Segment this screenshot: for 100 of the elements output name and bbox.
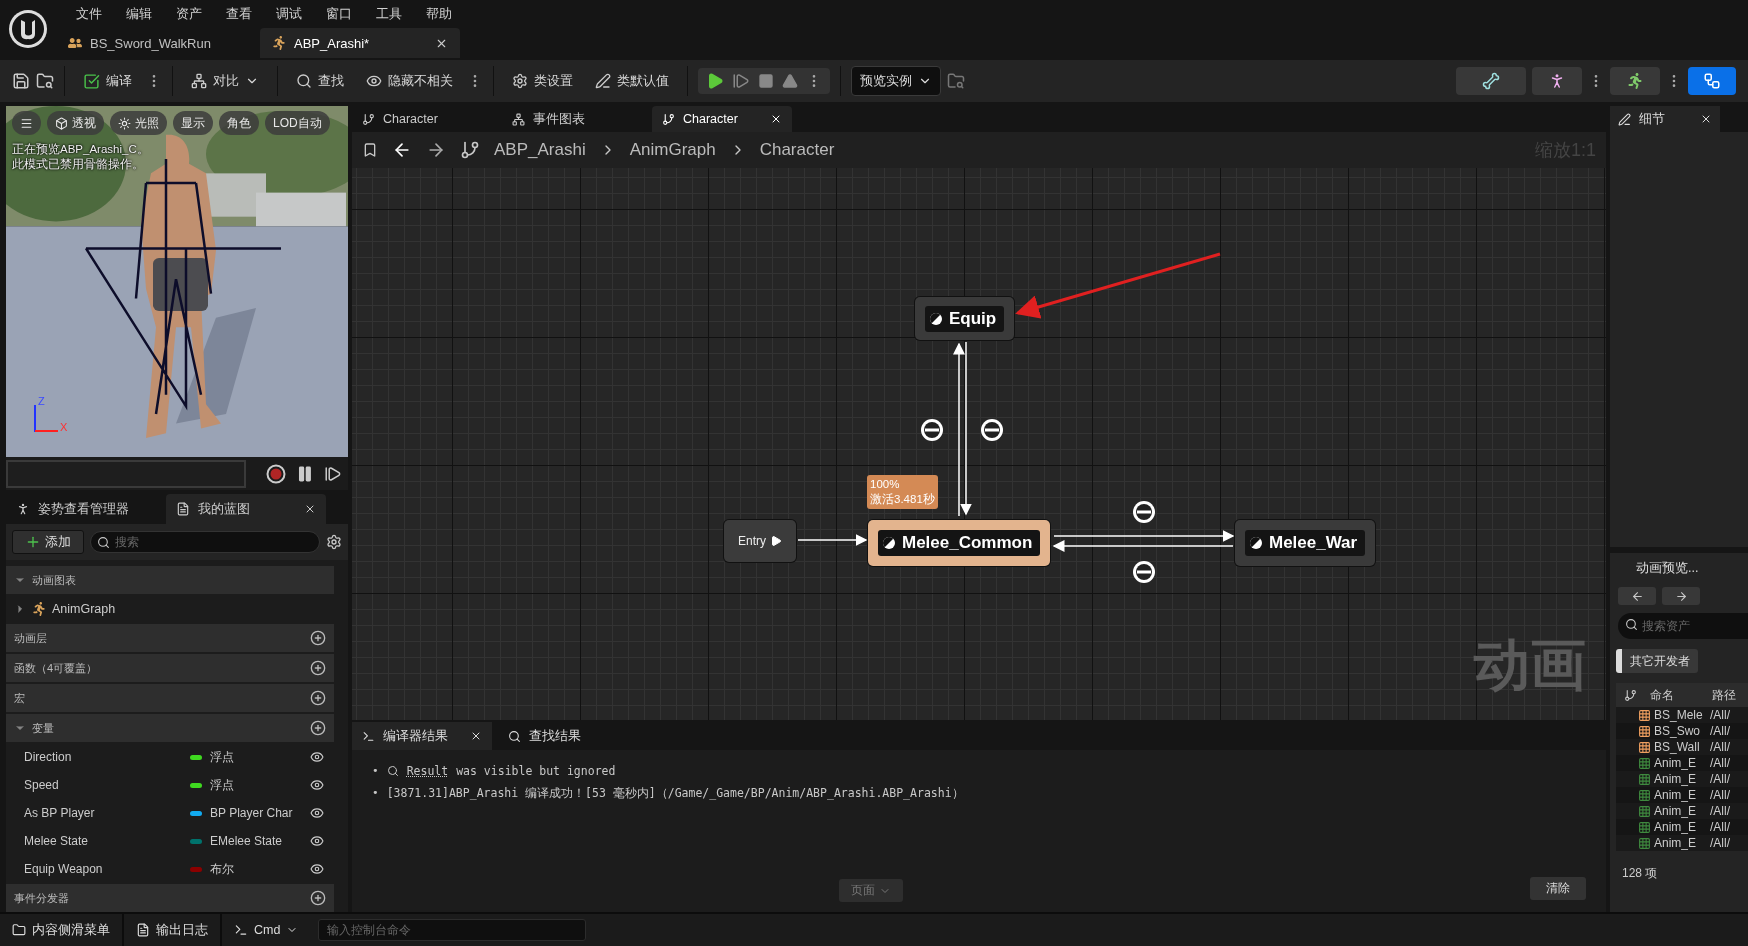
content-drawer-button[interactable]: 内容侧滑菜单 — [0, 914, 124, 946]
transition-rule-icon[interactable] — [1133, 561, 1155, 583]
class-defaults-button[interactable]: 类默认值 — [587, 68, 677, 94]
variable-row[interactable]: Direction 浮点 — [6, 744, 334, 770]
record-button[interactable] — [266, 463, 287, 484]
cmd-dropdown[interactable]: Cmd — [222, 914, 311, 946]
visibility-icon[interactable] — [310, 862, 324, 876]
entry-node[interactable]: Entry — [724, 520, 796, 562]
forward-button[interactable] — [1662, 587, 1700, 605]
mesh-mode-button[interactable] — [1532, 67, 1582, 95]
transition-arrow[interactable] — [797, 534, 868, 546]
section-header[interactable]: 变量 — [6, 714, 334, 742]
clear-button[interactable]: 清除 — [1530, 877, 1586, 900]
search-field[interactable]: 搜索 — [90, 531, 320, 553]
animation-mode-button[interactable] — [1610, 67, 1660, 95]
close-icon[interactable] — [304, 503, 316, 515]
transition-rule-icon[interactable] — [981, 419, 1003, 441]
blueprint-mode-button[interactable] — [1688, 67, 1736, 95]
variable-row[interactable]: Equip Weapon 布尔 — [6, 856, 334, 882]
add-icon[interactable] — [310, 660, 326, 676]
variable-row[interactable]: Speed 浮点 — [6, 772, 334, 798]
section-header[interactable]: 函数（4可覆盖） — [6, 654, 334, 682]
asset-row[interactable]: Anim_E /All/ — [1616, 755, 1748, 771]
timeline-field[interactable] — [6, 459, 247, 488]
settings-icon[interactable] — [326, 534, 342, 550]
browse-icon[interactable] — [36, 72, 54, 90]
state-node[interactable]: Melee_War — [1235, 520, 1376, 566]
menu-item[interactable]: 调试 — [266, 5, 312, 23]
menu-item[interactable]: 帮助 — [416, 5, 462, 23]
result-link[interactable]: Result — [406, 760, 449, 782]
menu-item[interactable]: 文件 — [66, 5, 112, 23]
visibility-icon[interactable] — [310, 834, 324, 848]
menu-item[interactable]: 窗口 — [316, 5, 362, 23]
search-field[interactable]: 搜索资产 — [1618, 613, 1748, 639]
variable-row[interactable]: As BP Player BP Player Char — [6, 800, 334, 826]
breadcrumb-item[interactable]: AnimGraph — [629, 140, 716, 160]
graph-tab[interactable]: Character — [652, 106, 792, 132]
column-header[interactable]: 命名 — [1646, 686, 1708, 704]
close-icon[interactable] — [1700, 113, 1712, 125]
add-icon[interactable] — [310, 720, 326, 736]
add-icon[interactable] — [310, 890, 326, 906]
visibility-icon[interactable] — [310, 750, 324, 764]
asset-row[interactable]: Anim_E /All/ — [1616, 835, 1748, 851]
transition-rule-icon[interactable] — [1133, 501, 1155, 523]
state-node[interactable]: Melee_Common — [868, 520, 1051, 566]
transition-arrow[interactable] — [960, 341, 972, 516]
logo-icon[interactable] — [7, 8, 49, 50]
class-settings-button[interactable]: 类设置 — [504, 68, 581, 94]
back-button[interactable] — [1618, 587, 1656, 605]
save-icon[interactable] — [12, 72, 30, 90]
panel-tab[interactable]: 细节 — [1610, 106, 1720, 132]
step-icon[interactable] — [324, 464, 342, 483]
viewport-button[interactable]: 显示 — [173, 111, 213, 135]
preview-instance-dropdown[interactable]: 预览实例 — [851, 66, 941, 96]
graph-tab[interactable]: 事件图表 — [502, 106, 642, 132]
section-header[interactable]: 事件分发器 — [6, 884, 334, 912]
viewport-button[interactable]: 角色 — [219, 111, 259, 135]
asset-row[interactable]: Anim_E /All/ — [1616, 787, 1748, 803]
menu-item[interactable]: 工具 — [366, 5, 412, 23]
panel-tab[interactable]: 姿势查看管理器 — [6, 494, 166, 524]
viewport-button[interactable]: LOD自动 — [265, 111, 330, 135]
asset-row[interactable]: BS_Wall /All/ — [1616, 739, 1748, 755]
eject-icon[interactable] — [782, 73, 798, 89]
breadcrumb-item[interactable]: Character — [759, 140, 835, 160]
transition-arrow[interactable] — [1053, 530, 1235, 542]
diff-button[interactable]: 对比 — [183, 68, 267, 94]
debug-folder-icon[interactable] — [947, 72, 965, 90]
console-input[interactable]: 输入控制台命令 — [318, 919, 587, 941]
filter-chip[interactable]: 其它开发者 — [1616, 649, 1698, 673]
transition-rule-icon[interactable] — [921, 419, 943, 441]
section-header[interactable]: 宏 — [6, 684, 334, 712]
asset-row[interactable]: Anim_E /All/ — [1616, 771, 1748, 787]
close-icon[interactable] — [470, 730, 482, 742]
asset-row[interactable]: BS_Mele /All/ — [1616, 707, 1748, 723]
tree-item[interactable]: AnimGraph — [6, 596, 334, 622]
play-icon[interactable] — [706, 72, 724, 90]
add-icon[interactable] — [310, 630, 326, 646]
menu-item[interactable]: 查看 — [216, 5, 262, 23]
panel-tab[interactable]: 动画预览... — [1616, 553, 1748, 583]
panel-tab[interactable]: 我的蓝图 — [166, 494, 326, 524]
asset-row[interactable]: Anim_E /All/ — [1616, 803, 1748, 819]
document-tab[interactable]: ABP_Arashi* — [260, 28, 460, 58]
viewport-button[interactable]: 光照 — [110, 111, 167, 135]
panel-tab[interactable]: 编译器结果 — [352, 722, 492, 750]
transition-arrow[interactable] — [1052, 540, 1234, 552]
compile-button[interactable]: 编译 — [75, 68, 140, 94]
hide-unrelated-button[interactable]: 隐藏不相关 — [358, 68, 461, 94]
visibility-icon[interactable] — [310, 806, 324, 820]
graph-tab[interactable]: Character — [352, 106, 492, 132]
state-node[interactable]: Equip — [915, 297, 1015, 340]
menu-item[interactable]: 资产 — [166, 5, 212, 23]
section-header[interactable]: 动画层 — [6, 624, 334, 652]
document-tab[interactable]: BS_Sword_WalkRun — [56, 28, 256, 58]
close-icon[interactable] — [770, 113, 782, 125]
asset-row[interactable]: BS_Swo /All/ — [1616, 723, 1748, 739]
panel-tab[interactable]: 查找结果 — [498, 722, 608, 750]
section-header[interactable]: 动画图表 — [6, 566, 334, 594]
transition-arrow[interactable] — [953, 342, 965, 517]
viewport-button[interactable]: 透视 — [47, 111, 104, 135]
column-header[interactable]: 路径 — [1708, 686, 1748, 704]
